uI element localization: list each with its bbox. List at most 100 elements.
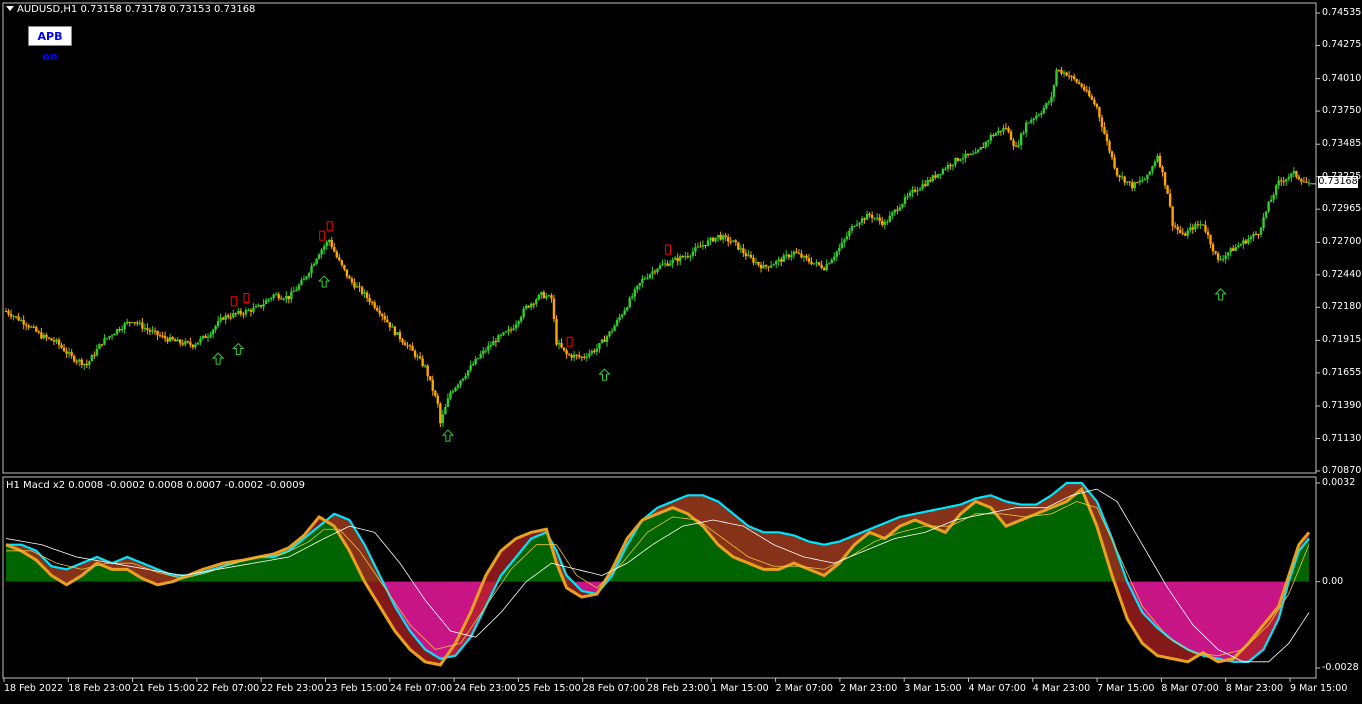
candle-body [27,325,30,328]
candle-body [264,300,268,304]
candle-body [923,184,927,186]
candle-body [93,355,96,357]
candle-body [532,303,535,305]
candle-body [42,334,46,339]
candle-body [762,265,765,269]
time-tick-label: 18 Feb 23:00 [68,683,131,694]
candle-body [908,192,912,196]
candle-body [421,358,424,366]
candle-body [444,406,447,415]
candle-body [105,338,109,340]
candle-body [80,359,83,366]
chart-window[interactable]: AUDUSD,H1 0.73158 0.73178 0.73153 0.7316… [0,0,1362,700]
time-tick-label: 3 Mar 15:00 [904,683,962,694]
candle-body [1085,90,1088,92]
candle-body [302,278,306,281]
candle-body [913,189,917,192]
candle-body [469,365,472,371]
candle-body [95,348,99,356]
candle-body [514,324,518,329]
candle-body [896,209,899,211]
candle-body [199,338,202,343]
candle-body [585,356,588,358]
candle-body [1136,182,1139,184]
candle-body [658,265,662,269]
candle-body [179,339,182,344]
candle-body [272,294,275,298]
candle-body [1017,145,1020,147]
candle-body [815,262,818,264]
candle-body [944,168,947,170]
candle-body [550,295,553,299]
apb-toggle-button[interactable]: APB on [28,26,72,63]
symbol-info-text: AUDUSD,H1 0.73158 0.73178 0.73153 0.7316… [17,4,256,15]
candle-body [1037,114,1041,116]
candle-body [1098,107,1101,118]
candle-body [487,345,490,351]
candle-body [1211,244,1215,252]
candle-body [961,158,965,160]
candle-body [608,331,611,337]
candle-body [1080,83,1083,87]
candle-body [373,302,376,308]
candle-body [378,310,381,314]
candle-body [676,257,679,262]
candle-body [242,313,245,315]
candle-body [161,335,164,337]
price-tick-label: 0.74010 [1322,72,1362,84]
candle-body [1070,76,1073,78]
candle-body [416,356,419,358]
candle-body [727,236,730,242]
candle-body [211,329,215,335]
candle-body [524,305,528,309]
candle-body [1274,185,1278,195]
time-tick-label: 24 Feb 23:00 [454,683,517,694]
candle-body [290,291,293,300]
candle-body [502,332,505,335]
candle-body [163,335,167,339]
candle-body [166,338,169,342]
candle-body [588,353,591,357]
candle-body [307,273,311,277]
candle-body [679,256,682,262]
candle-body [45,334,48,338]
candle-body [451,391,455,393]
candle-body [252,307,255,312]
candle-body [459,380,462,385]
indicator-title: H1 Macd x2 0.0008 -0.0002 0.0008 0.0007 … [6,480,305,491]
candle-body [494,341,498,343]
collapse-triangle-icon[interactable] [6,6,14,11]
candle-body [113,333,116,336]
candle-body [429,376,432,380]
candle-body [1024,122,1028,133]
candle-body [1148,171,1152,175]
candle-body [656,268,659,273]
candle-body [603,339,606,342]
candle-body [335,251,339,258]
candle-body [509,329,513,331]
candle-body [1171,206,1174,227]
chart-canvas[interactable] [0,0,1362,700]
price-tick-label: 0.71915 [1322,334,1362,346]
candle-body [88,361,91,366]
candle-body [540,292,543,295]
price-tick-label: 0.73485 [1322,138,1362,150]
candle-body [17,316,20,321]
candle-body [737,242,740,250]
candle-body [1181,232,1184,234]
candle-body [1269,199,1273,203]
candle-body [1108,141,1111,152]
candle-body [1229,248,1232,253]
buy-arrow-icon [211,352,225,365]
candle-body [431,379,434,391]
candle-body [143,328,147,330]
candle-body [881,220,884,225]
candle-body [1105,133,1109,142]
candle-body [19,320,23,322]
candle-body [1093,99,1096,105]
candle-body [716,234,720,238]
candle-body [974,152,977,154]
candle-body [840,242,844,249]
candle-body [1259,228,1263,235]
candle-body [734,240,737,243]
